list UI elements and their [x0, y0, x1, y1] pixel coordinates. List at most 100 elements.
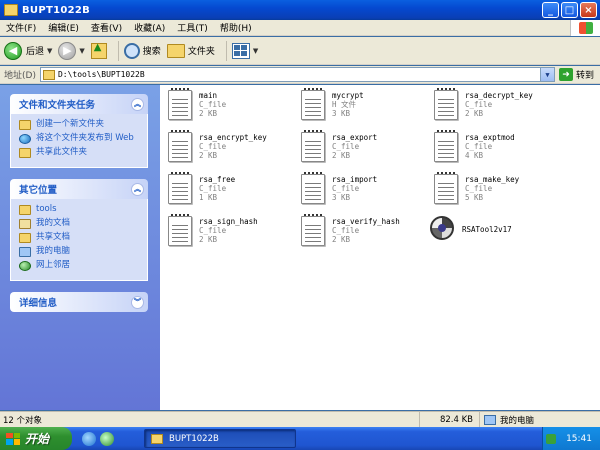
- other-places-body: tools 我的文档 共享文档 我的电脑 网上邻居: [10, 199, 148, 281]
- other-places-header[interactable]: 其它位置 ︽: [10, 179, 148, 199]
- address-bar: 地址(D) D:\tools\BUPT1022B ▼ ➜ 转到: [0, 66, 600, 84]
- place-label: 共享文档: [36, 232, 71, 242]
- chevron-down-icon[interactable]: ▼: [47, 47, 52, 55]
- file-size: 4 KB: [465, 151, 484, 160]
- file-item[interactable]: rsa_sign_hash C_file 2 KB: [168, 214, 302, 250]
- file-list: main C_file 2 KB mycrypt H 文件 3 KB rsa_decry…: [160, 85, 600, 410]
- chevron-down-icon[interactable]: ▼: [253, 47, 258, 55]
- up-button[interactable]: [90, 42, 107, 59]
- place-label: 我的电脑: [36, 246, 71, 256]
- task-label: 共享此文件夹: [36, 147, 88, 157]
- start-button[interactable]: 开始: [0, 427, 72, 450]
- address-value[interactable]: D:\tools\BUPT1022B: [58, 70, 540, 79]
- minimize-button[interactable]: _: [542, 2, 559, 18]
- file-item[interactable]: rsa_exptmod C_file 4 KB: [434, 130, 568, 166]
- file-type: C_file: [199, 226, 227, 235]
- file-tasks-body: 创建一个新文件夹 将这个文件夹发布到 Web 共享此文件夹: [10, 114, 148, 168]
- file-type: C_file: [199, 184, 227, 193]
- file-name: rsa_import: [332, 175, 378, 184]
- notepad-file-icon: [434, 130, 458, 162]
- shared-folder-icon: [19, 233, 31, 243]
- file-name: main: [199, 91, 218, 100]
- menu-view[interactable]: 查看(V): [85, 21, 128, 34]
- menu-file[interactable]: 文件(F): [0, 21, 42, 34]
- notepad-file-icon: [168, 130, 192, 162]
- folder-up-icon: [90, 42, 107, 59]
- task-share-folder[interactable]: 共享此文件夹: [19, 147, 139, 158]
- notepad-file-icon: [168, 172, 192, 204]
- close-button[interactable]: ×: [580, 2, 597, 18]
- toolbar-separator: [117, 40, 119, 61]
- file-name: rsa_decrypt_key: [465, 91, 533, 100]
- go-button[interactable]: ➜ 转到: [555, 68, 600, 81]
- menu-tools[interactable]: 工具(T): [171, 21, 214, 34]
- task-label: 将这个文件夹发布到 Web: [36, 133, 134, 143]
- notepad-file-icon: [434, 172, 458, 204]
- file-size: 2 KB: [199, 109, 218, 118]
- back-arrow-icon: ◀: [4, 41, 22, 60]
- task-label: 创建一个新文件夹: [36, 119, 105, 129]
- file-item[interactable]: rsa_export C_file 2 KB: [301, 130, 435, 166]
- expand-icon[interactable]: ︾: [131, 295, 144, 309]
- search-icon: [123, 42, 140, 59]
- computer-icon: [484, 414, 496, 425]
- status-bar: 12 个对象 82.4 KB 我的电脑: [0, 411, 600, 427]
- menu-edit[interactable]: 编辑(E): [42, 21, 85, 34]
- back-label: 后退: [26, 47, 45, 57]
- computer-icon: [19, 247, 31, 257]
- quick-launch-icon[interactable]: [100, 431, 114, 446]
- address-dropdown-icon[interactable]: ▼: [539, 68, 554, 81]
- file-item[interactable]: rsa_encrypt_key C_file 2 KB: [168, 130, 302, 166]
- chevron-down-icon[interactable]: ▼: [79, 47, 84, 55]
- file-item[interactable]: rsa_make_key C_file 5 KB: [434, 172, 568, 208]
- place-tools[interactable]: tools: [19, 204, 139, 215]
- file-name: rsa_verify_hash: [332, 217, 400, 226]
- maximize-button[interactable]: □: [561, 2, 578, 18]
- file-name: rsa_export: [332, 133, 378, 142]
- file-item[interactable]: main C_file 2 KB: [168, 88, 302, 124]
- file-item[interactable]: rsa_import C_file 3 KB: [301, 172, 435, 208]
- new-folder-icon: [19, 120, 31, 130]
- file-item[interactable]: mycrypt H 文件 3 KB: [301, 88, 435, 124]
- place-my-computer[interactable]: 我的电脑: [19, 246, 139, 257]
- back-button[interactable]: ◀ 后退 ▼: [4, 41, 52, 60]
- folders-button[interactable]: 文件夹: [166, 43, 215, 58]
- file-type: C_file: [465, 100, 493, 109]
- file-item[interactable]: rsa_free C_file 1 KB: [168, 172, 302, 208]
- documents-icon: [19, 219, 31, 229]
- task-publish-web[interactable]: 将这个文件夹发布到 Web: [19, 133, 139, 144]
- clock: 15:41: [566, 433, 592, 444]
- forward-button[interactable]: ▶ ▼: [58, 41, 85, 60]
- tray-app-icon[interactable]: [546, 433, 557, 444]
- location-label: 我的电脑: [500, 415, 535, 426]
- file-size: 5 KB: [465, 193, 484, 202]
- collapse-icon[interactable]: ︽: [131, 97, 144, 111]
- taskbar-window-button[interactable]: BUPT1022B: [144, 429, 296, 448]
- place-my-documents[interactable]: 我的文档: [19, 218, 139, 229]
- place-shared-documents[interactable]: 共享文档: [19, 232, 139, 243]
- file-item[interactable]: rsa_decrypt_key C_file 2 KB: [434, 88, 568, 124]
- place-network[interactable]: 网上邻居: [19, 260, 139, 271]
- folder-icon: [42, 69, 55, 80]
- file-tasks-header[interactable]: 文件和文件夹任务 ︽: [10, 94, 148, 114]
- notepad-file-icon: [301, 214, 325, 246]
- search-button[interactable]: 搜索: [123, 42, 161, 59]
- panel-title: 文件和文件夹任务: [19, 100, 96, 111]
- start-label: 开始: [25, 432, 50, 446]
- menu-favorites[interactable]: 收藏(A): [128, 21, 171, 34]
- file-item[interactable]: rsa_verify_hash C_file 2 KB: [301, 214, 435, 250]
- details-header[interactable]: 详细信息 ︾: [10, 292, 148, 312]
- notepad-file-icon: [168, 88, 192, 120]
- file-size: 2 KB: [332, 151, 351, 160]
- details-panel: 详细信息 ︾: [10, 292, 148, 312]
- collapse-icon[interactable]: ︽: [131, 182, 144, 196]
- views-button[interactable]: ▼: [231, 42, 258, 59]
- address-input[interactable]: D:\tools\BUPT1022B ▼: [39, 67, 555, 82]
- internet-explorer-icon[interactable]: [82, 431, 96, 446]
- task-new-folder[interactable]: 创建一个新文件夹: [19, 119, 139, 130]
- system-tray: 15:41: [542, 427, 600, 450]
- file-item[interactable]: RSATool2v17: [428, 214, 562, 248]
- menu-bar: 文件(F) 编辑(E) 查看(V) 收藏(A) 工具(T) 帮助(H): [0, 19, 600, 36]
- file-size: 3 KB: [332, 193, 351, 202]
- menu-help[interactable]: 帮助(H): [214, 21, 258, 34]
